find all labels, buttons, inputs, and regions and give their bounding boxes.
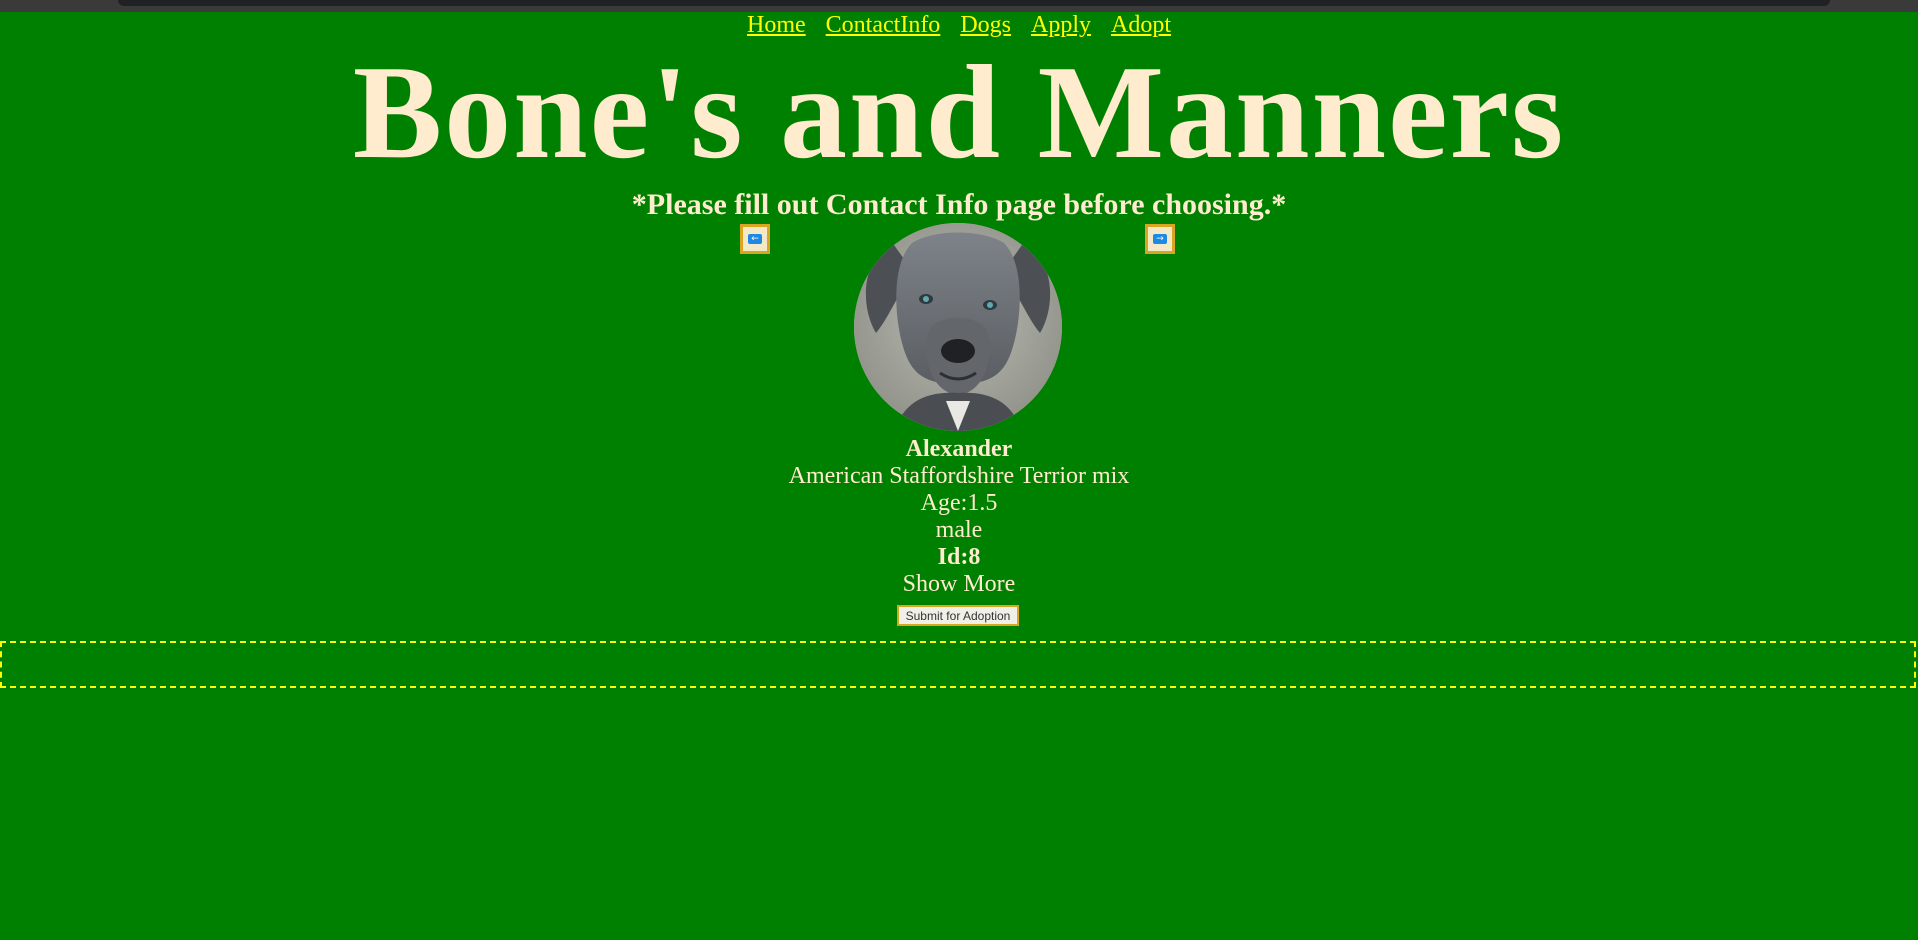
next-dog-button[interactable]: →: [1145, 224, 1175, 254]
nav-link-adopt[interactable]: Adopt: [1111, 12, 1171, 38]
previous-dog-button[interactable]: ←: [740, 224, 770, 254]
dog-info-card: Alexander American Staffordshire Terrior…: [0, 436, 1918, 598]
adoption-result-area: [0, 641, 1916, 688]
nav-link-contactinfo[interactable]: ContactInfo: [826, 12, 941, 38]
show-more-link[interactable]: Show More: [0, 571, 1918, 598]
left-arrow-icon: ←: [748, 234, 762, 244]
dog-breed: American Staffordshire Terrior mix: [788, 463, 1130, 489]
right-arrow-icon: →: [1153, 234, 1167, 244]
page-title: Bone's and Manners: [352, 38, 1566, 186]
dog-sex: male: [935, 517, 983, 543]
dog-name: Alexander: [905, 436, 1013, 462]
nav-link-apply[interactable]: Apply: [1031, 12, 1091, 38]
main-nav: Home ContactInfo Dogs Apply Adopt: [0, 10, 1918, 40]
dog-age: Age:1.5: [920, 490, 998, 516]
contact-notice: *Please fill out Contact Info page befor…: [631, 188, 1287, 221]
dog-portrait-illustration: [854, 223, 1062, 431]
dog-id: Id:8: [937, 544, 981, 570]
submit-adoption-button[interactable]: Submit for Adoption: [897, 605, 1019, 626]
dog-photo: [854, 223, 1062, 431]
nav-link-dogs[interactable]: Dogs: [960, 12, 1011, 38]
browser-top-bar-inner: [118, 0, 1830, 6]
nav-link-home[interactable]: Home: [747, 12, 806, 38]
